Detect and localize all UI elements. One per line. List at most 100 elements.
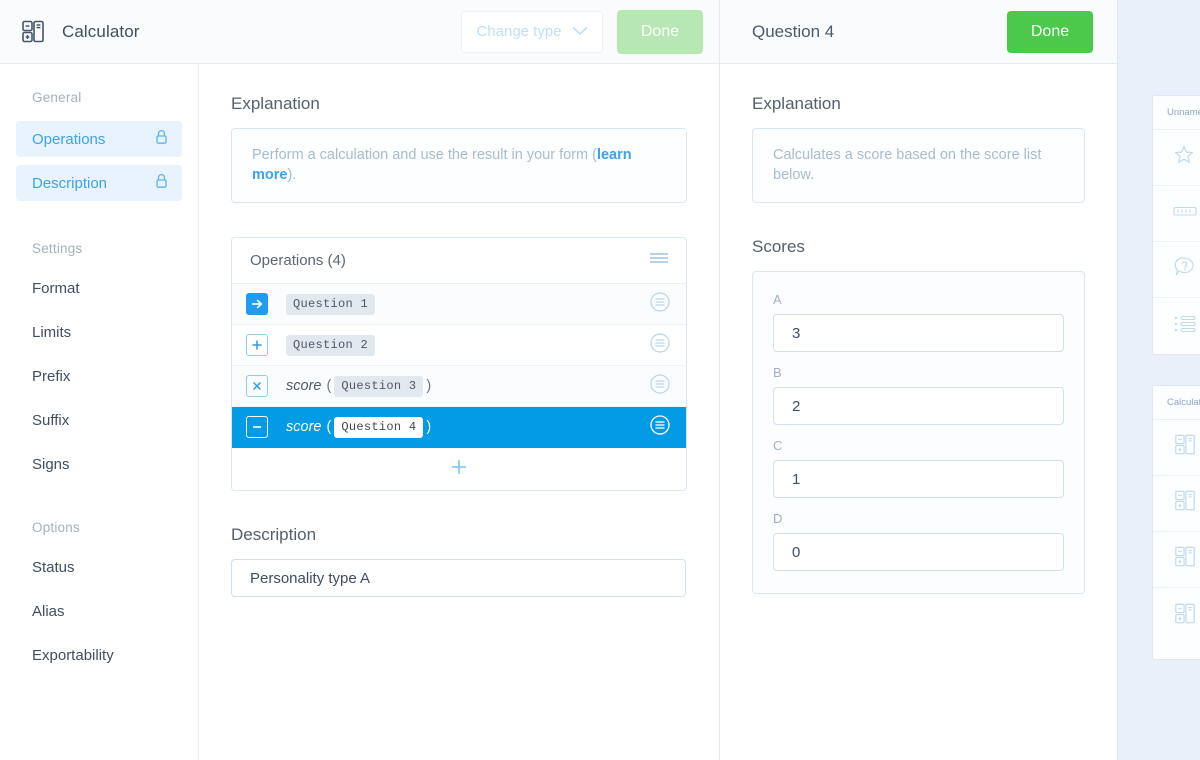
sidebar-item-label: Operations — [32, 130, 106, 148]
sidebar-group-options: Options — [32, 520, 80, 535]
sidebar-item-label: Alias — [32, 602, 65, 620]
change-type-label: Change type — [476, 23, 562, 40]
outline-item-calculator[interactable] — [1153, 476, 1200, 532]
outline-item-calculator[interactable] — [1153, 420, 1200, 476]
app-root: Calculator Change type Done General Oper… — [0, 0, 1200, 760]
settings-sidebar: General Operations Description Settings … — [0, 64, 199, 760]
sidebar-group-general: General — [32, 90, 82, 105]
star-rating-icon — [1173, 144, 1195, 171]
function-name: score — [286, 378, 322, 395]
explanation-heading: Explanation — [231, 94, 320, 113]
score-input-c[interactable] — [773, 460, 1064, 499]
sidebar-item-label: Exportability — [32, 646, 114, 664]
operations-header: Operations (4) — [232, 238, 686, 285]
scores-heading: Scores — [752, 237, 805, 257]
calculator-icon — [1173, 602, 1197, 631]
operation-expression: Question 1 — [286, 293, 650, 315]
slider-scale-icon — [1173, 204, 1197, 223]
outline-item-scale[interactable] — [1153, 186, 1200, 242]
drag-handle-icon[interactable] — [650, 292, 670, 317]
sidebar-item-suffix[interactable]: Suffix — [16, 404, 182, 436]
question-tag[interactable]: Question 3 — [334, 375, 424, 397]
minus-icon[interactable] — [246, 416, 268, 439]
operation-expression: score ( Question 4 ) — [286, 416, 650, 438]
arrow-right-icon[interactable] — [246, 293, 268, 316]
change-type-button[interactable]: Change type — [461, 10, 603, 53]
explanation-text-before: Perform a calculation and use the result… — [252, 147, 597, 163]
editor-main-column: Explanation Perform a calculation and us… — [199, 64, 719, 760]
outline-item-opinion[interactable] — [1153, 242, 1200, 298]
sidebar-group-settings: Settings — [32, 241, 83, 256]
sidebar-item-exportability[interactable]: Exportability — [16, 639, 182, 671]
score-label-b: B — [773, 365, 782, 381]
sidebar-item-description[interactable]: Description — [16, 165, 182, 201]
sidebar-item-label: Format — [32, 279, 80, 297]
sidebar-item-limits[interactable]: Limits — [16, 316, 182, 348]
editor-header: Calculator Change type Done — [0, 0, 719, 64]
done-button-editor[interactable]: Done — [617, 9, 703, 54]
question-explanation-heading: Explanation — [752, 94, 841, 113]
multiply-icon[interactable] — [246, 375, 268, 398]
outline-card-unnamed: Unnamed — [1152, 95, 1200, 355]
score-input-d[interactable] — [773, 533, 1064, 572]
sidebar-item-signs[interactable]: Signs — [16, 448, 182, 480]
sidebar-item-alias[interactable]: Alias — [16, 595, 182, 627]
question-settings-panel: Question 4 Done Explanation Calculates a… — [720, 0, 1118, 760]
outline-item-rating[interactable] — [1153, 130, 1200, 186]
done-button-question[interactable]: Done — [1007, 10, 1093, 53]
question-tag[interactable]: Question 2 — [286, 334, 376, 356]
question-panel-title: Question 4 — [752, 21, 835, 41]
explanation-box: Perform a calculation and use the result… — [231, 128, 687, 204]
score-input-a[interactable] — [773, 314, 1064, 353]
score-label-a: A — [773, 292, 782, 308]
scores-card: A B C D — [752, 271, 1085, 595]
operation-row[interactable]: Question 2 — [232, 325, 686, 367]
operations-card: Operations (4) Question 1 Question 2 sco… — [231, 237, 687, 492]
description-input[interactable] — [231, 559, 686, 598]
sidebar-item-label: Signs — [32, 455, 70, 473]
sidebar-item-label: Description — [32, 174, 108, 192]
plus-icon — [449, 457, 469, 482]
outline-item-list[interactable] — [1153, 298, 1200, 354]
lock-icon — [155, 173, 168, 193]
explanation-text-after: ). — [287, 166, 297, 183]
outline-item-calculator[interactable] — [1153, 532, 1200, 588]
operation-expression: score ( Question 3 ) — [286, 375, 650, 397]
question-tag[interactable]: Question 1 — [286, 293, 376, 315]
outline-item-calculator[interactable] — [1153, 588, 1200, 644]
question-tag[interactable]: Question 4 — [334, 416, 424, 438]
drag-handle-icon[interactable] — [648, 251, 670, 270]
sidebar-item-prefix[interactable]: Prefix — [16, 360, 182, 392]
operations-title: Operations (4) — [250, 252, 346, 270]
sidebar-item-operations[interactable]: Operations — [16, 121, 182, 157]
plus-icon[interactable] — [246, 334, 268, 357]
outline-card-calculator: Calculator — [1152, 385, 1200, 660]
function-name: score — [286, 419, 322, 436]
sidebar-item-format[interactable]: Format — [16, 272, 182, 304]
sidebar-item-status[interactable]: Status — [16, 551, 182, 583]
operation-row[interactable]: Question 1 — [232, 284, 686, 326]
chevron-down-icon — [572, 23, 588, 40]
drag-handle-icon[interactable] — [650, 414, 670, 440]
description-heading: Description — [231, 525, 317, 545]
checklist-icon — [1173, 315, 1197, 338]
operation-row-selected[interactable]: score ( Question 4 ) — [232, 407, 686, 449]
score-label-c: C — [773, 438, 783, 454]
sidebar-item-label: Status — [32, 558, 75, 576]
question-explanation-box: Calculates a score based on the score li… — [752, 128, 1085, 204]
page-title: Calculator — [62, 21, 140, 41]
close-paren: ) — [426, 419, 432, 436]
sidebar-item-label: Prefix — [32, 367, 71, 385]
calculator-icon — [20, 19, 46, 45]
lock-icon — [155, 129, 168, 149]
question-panel-body: Explanation Calculates a score based on … — [720, 64, 1117, 760]
add-operation-button[interactable] — [232, 448, 686, 491]
score-input-b[interactable] — [773, 387, 1064, 426]
open-paren: ( — [326, 378, 332, 395]
drag-handle-icon[interactable] — [650, 333, 670, 358]
outline-card-title: Unnamed — [1153, 96, 1200, 130]
drag-handle-icon[interactable] — [650, 374, 670, 399]
sidebar-item-label: Limits — [32, 323, 72, 341]
operation-row[interactable]: score ( Question 3 ) — [232, 366, 686, 408]
operation-expression: Question 2 — [286, 334, 650, 356]
